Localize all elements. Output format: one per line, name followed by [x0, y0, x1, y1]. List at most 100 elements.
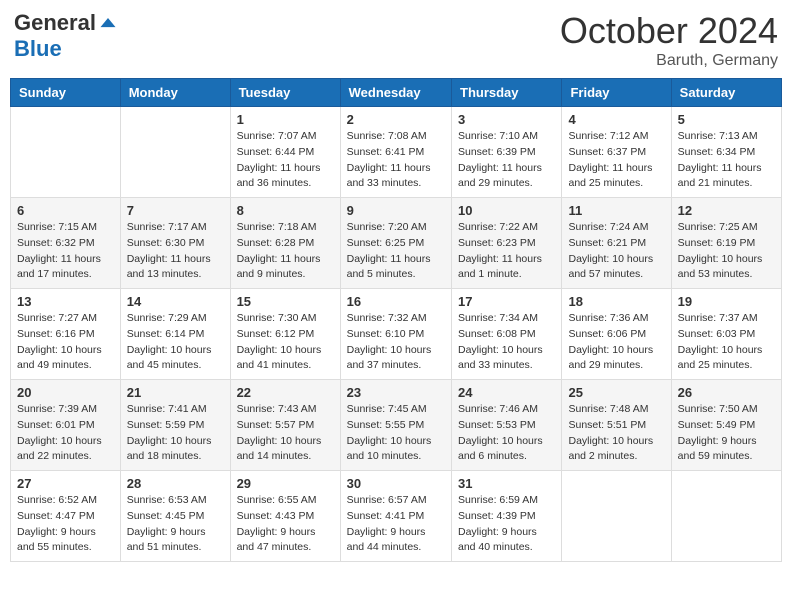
day-number: 23 — [347, 385, 445, 400]
day-info: Sunrise: 7:46 AM Sunset: 5:53 PM Dayligh… — [458, 402, 555, 465]
day-info: Sunrise: 7:34 AM Sunset: 6:08 PM Dayligh… — [458, 311, 555, 374]
weekday-header-monday: Monday — [120, 79, 230, 107]
calendar-cell: 30Sunrise: 6:57 AM Sunset: 4:41 PM Dayli… — [340, 471, 451, 562]
calendar-cell: 7Sunrise: 7:17 AM Sunset: 6:30 PM Daylig… — [120, 198, 230, 289]
calendar-cell: 31 Sunrise: 6:59 AM Sunset: 4:39 PM Dayli… — [452, 471, 562, 562]
day-info: Sunrise: 7:12 AM Sunset: 6:37 PM Dayligh… — [568, 129, 664, 192]
calendar-cell: 9 Sunrise: 7:20 AM Sunset: 6:25 PM Daylig… — [340, 198, 451, 289]
day-info: Sunrise: 6:57 AM Sunset: 4:41 PM Dayligh… — [347, 493, 445, 556]
day-number: 22 — [237, 385, 334, 400]
day-number: 28 — [127, 476, 224, 491]
calendar-cell: 20 Sunrise: 7:39 AM Sunset: 6:01 PM Dayli… — [11, 380, 121, 471]
day-number: 13 — [17, 294, 114, 309]
day-info: Sunrise: 7:32 AM Sunset: 6:10 PM Dayligh… — [347, 311, 445, 374]
calendar-cell: 24 Sunrise: 7:46 AM Sunset: 5:53 PM Dayli… — [452, 380, 562, 471]
weekday-header-sunday: Sunday — [11, 79, 121, 107]
calendar-cell: 15 Sunrise: 7:30 AM Sunset: 6:12 PM Dayli… — [230, 289, 340, 380]
day-info: Sunrise: 7:45 AM Sunset: 5:55 PM Dayligh… — [347, 402, 445, 465]
day-number: 27 — [17, 476, 114, 491]
weekday-header-wednesday: Wednesday — [340, 79, 451, 107]
title-section: October 2024 Baruth, Germany — [560, 10, 778, 70]
weekday-header-friday: Friday — [562, 79, 671, 107]
logo-general-text: General — [14, 10, 96, 36]
day-number: 10 — [458, 203, 555, 218]
day-info: Sunrise: 7:18 AM Sunset: 6:28 PM Dayligh… — [237, 220, 334, 283]
day-info: Sunrise: 7:13 AM Sunset: 6:34 PM Dayligh… — [678, 129, 775, 192]
day-info: Sunrise: 7:24 AM Sunset: 6:21 PM Dayligh… — [568, 220, 664, 283]
day-number: 31 — [458, 476, 555, 491]
weekday-header-row: SundayMondayTuesdayWednesdayThursdayFrid… — [11, 79, 782, 107]
calendar-cell — [562, 471, 671, 562]
calendar-cell: 25Sunrise: 7:48 AM Sunset: 5:51 PM Dayli… — [562, 380, 671, 471]
day-number: 12 — [678, 203, 775, 218]
calendar-cell: 27 Sunrise: 6:52 AM Sunset: 4:47 PM Dayli… — [11, 471, 121, 562]
day-number: 16 — [347, 294, 445, 309]
calendar-cell: 10 Sunrise: 7:22 AM Sunset: 6:23 PM Dayli… — [452, 198, 562, 289]
day-info: Sunrise: 7:39 AM Sunset: 6:01 PM Dayligh… — [17, 402, 114, 465]
day-number: 9 — [347, 203, 445, 218]
logo: General Blue — [14, 10, 118, 62]
day-number: 15 — [237, 294, 334, 309]
calendar-cell: 21Sunrise: 7:41 AM Sunset: 5:59 PM Dayli… — [120, 380, 230, 471]
calendar-table: SundayMondayTuesdayWednesdayThursdayFrid… — [10, 78, 782, 562]
calendar-week-row: 13 Sunrise: 7:27 AM Sunset: 6:16 PM Dayli… — [11, 289, 782, 380]
calendar-week-row: 6 Sunrise: 7:15 AM Sunset: 6:32 PM Daylig… — [11, 198, 782, 289]
calendar-cell — [671, 471, 781, 562]
day-number: 7 — [127, 203, 224, 218]
day-number: 11 — [568, 203, 664, 218]
day-number: 29 — [237, 476, 334, 491]
calendar-cell: 29Sunrise: 6:55 AM Sunset: 4:43 PM Dayli… — [230, 471, 340, 562]
calendar-cell — [11, 107, 121, 198]
day-info: Sunrise: 7:27 AM Sunset: 6:16 PM Dayligh… — [17, 311, 114, 374]
calendar-cell: 19 Sunrise: 7:37 AM Sunset: 6:03 PM Dayli… — [671, 289, 781, 380]
calendar-cell: 18 Sunrise: 7:36 AM Sunset: 6:06 PM Dayli… — [562, 289, 671, 380]
calendar-cell: 13 Sunrise: 7:27 AM Sunset: 6:16 PM Dayli… — [11, 289, 121, 380]
calendar-cell: 2Sunrise: 7:08 AM Sunset: 6:41 PM Daylig… — [340, 107, 451, 198]
calendar-cell: 28Sunrise: 6:53 AM Sunset: 4:45 PM Dayli… — [120, 471, 230, 562]
day-info: Sunrise: 7:29 AM Sunset: 6:14 PM Dayligh… — [127, 311, 224, 374]
calendar-cell: 26Sunrise: 7:50 AM Sunset: 5:49 PM Dayli… — [671, 380, 781, 471]
day-number: 17 — [458, 294, 555, 309]
day-number: 18 — [568, 294, 664, 309]
calendar-week-row: 27 Sunrise: 6:52 AM Sunset: 4:47 PM Dayli… — [11, 471, 782, 562]
location: Baruth, Germany — [560, 52, 778, 70]
day-info: Sunrise: 6:59 AM Sunset: 4:39 PM Dayligh… — [458, 493, 555, 556]
day-number: 24 — [458, 385, 555, 400]
calendar-cell: 3Sunrise: 7:10 AM Sunset: 6:39 PM Daylig… — [452, 107, 562, 198]
page-header: General Blue October 2024 Baruth, German… — [10, 10, 782, 70]
calendar-cell: 23 Sunrise: 7:45 AM Sunset: 5:55 PM Dayli… — [340, 380, 451, 471]
calendar-week-row: 20 Sunrise: 7:39 AM Sunset: 6:01 PM Dayli… — [11, 380, 782, 471]
calendar-cell: 8Sunrise: 7:18 AM Sunset: 6:28 PM Daylig… — [230, 198, 340, 289]
calendar-cell: 11 Sunrise: 7:24 AM Sunset: 6:21 PM Dayli… — [562, 198, 671, 289]
day-number: 1 — [237, 112, 334, 127]
day-number: 5 — [678, 112, 775, 127]
day-number: 19 — [678, 294, 775, 309]
logo-blue-text: Blue — [14, 36, 62, 62]
calendar-cell: 6 Sunrise: 7:15 AM Sunset: 6:32 PM Daylig… — [11, 198, 121, 289]
calendar-cell — [120, 107, 230, 198]
day-number: 3 — [458, 112, 555, 127]
day-number: 21 — [127, 385, 224, 400]
day-number: 6 — [17, 203, 114, 218]
day-info: Sunrise: 7:22 AM Sunset: 6:23 PM Dayligh… — [458, 220, 555, 283]
calendar-cell: 1Sunrise: 7:07 AM Sunset: 6:44 PM Daylig… — [230, 107, 340, 198]
day-number: 20 — [17, 385, 114, 400]
day-info: Sunrise: 7:30 AM Sunset: 6:12 PM Dayligh… — [237, 311, 334, 374]
day-info: Sunrise: 7:25 AM Sunset: 6:19 PM Dayligh… — [678, 220, 775, 283]
day-info: Sunrise: 7:48 AM Sunset: 5:51 PM Dayligh… — [568, 402, 664, 465]
calendar-cell: 22Sunrise: 7:43 AM Sunset: 5:57 PM Dayli… — [230, 380, 340, 471]
day-number: 4 — [568, 112, 664, 127]
calendar-week-row: 1Sunrise: 7:07 AM Sunset: 6:44 PM Daylig… — [11, 107, 782, 198]
calendar-cell: 5 Sunrise: 7:13 AM Sunset: 6:34 PM Daylig… — [671, 107, 781, 198]
day-info: Sunrise: 7:20 AM Sunset: 6:25 PM Dayligh… — [347, 220, 445, 283]
day-info: Sunrise: 7:37 AM Sunset: 6:03 PM Dayligh… — [678, 311, 775, 374]
day-info: Sunrise: 7:08 AM Sunset: 6:41 PM Dayligh… — [347, 129, 445, 192]
day-info: Sunrise: 6:52 AM Sunset: 4:47 PM Dayligh… — [17, 493, 114, 556]
weekday-header-thursday: Thursday — [452, 79, 562, 107]
weekday-header-tuesday: Tuesday — [230, 79, 340, 107]
calendar-cell: 14Sunrise: 7:29 AM Sunset: 6:14 PM Dayli… — [120, 289, 230, 380]
day-info: Sunrise: 7:50 AM Sunset: 5:49 PM Dayligh… — [678, 402, 775, 465]
day-info: Sunrise: 7:36 AM Sunset: 6:06 PM Dayligh… — [568, 311, 664, 374]
day-info: Sunrise: 7:15 AM Sunset: 6:32 PM Dayligh… — [17, 220, 114, 283]
calendar-cell: 4 Sunrise: 7:12 AM Sunset: 6:37 PM Daylig… — [562, 107, 671, 198]
